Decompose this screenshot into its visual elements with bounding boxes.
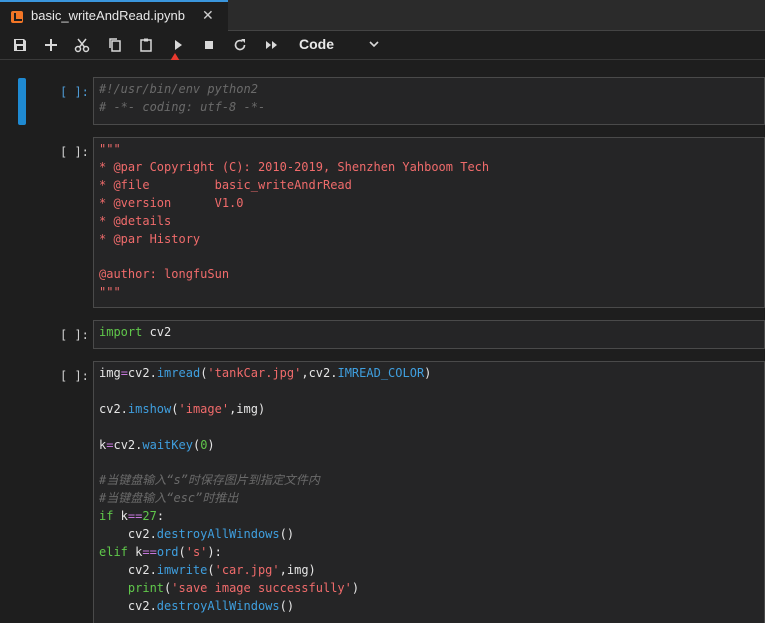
restart-icon[interactable]	[232, 37, 248, 53]
code-line: @author: longfuSun	[99, 267, 230, 282]
code-line: * @par History	[99, 231, 201, 246]
save-icon[interactable]	[12, 37, 28, 53]
code-line: if k==27:	[99, 509, 165, 524]
add-cell-icon[interactable]	[43, 37, 59, 53]
notebook-icon	[11, 11, 23, 23]
run-icon[interactable]	[170, 37, 186, 53]
active-cell-indicator	[18, 78, 26, 125]
cell-prompt: [ ]:	[60, 369, 89, 383]
code-line: import cv2	[99, 325, 172, 339]
code-line: cv2.destroyAllWindows()	[99, 598, 295, 613]
cell-type-select[interactable]: Code	[299, 36, 334, 52]
notebook-tab[interactable]: basic_writeAndRead.ipynb ✕	[0, 0, 228, 31]
code-cell[interactable]: img=cv2.imread('tankCar.jpg',cv2.IMREAD_…	[93, 361, 765, 623]
code-line: cv2.destroyAllWindows()	[99, 527, 295, 542]
code-line: cv2.imshow('image',img)	[99, 401, 266, 416]
code-block: img=cv2.imread('tankCar.jpg',cv2.IMREAD_…	[94, 362, 764, 616]
code-line: img=cv2.imread('tankCar.jpg',cv2.IMREAD_…	[99, 366, 432, 380]
code-line: # -*- coding: utf-8 -*-	[99, 99, 266, 114]
code-line: * @par Copyright (C): 2010-2019, Shenzhe…	[99, 159, 490, 174]
code-line: cv2.imwrite('car.jpg',img)	[99, 562, 316, 577]
cell-prompt: [ ]:	[60, 145, 89, 159]
code-line: """	[99, 142, 121, 156]
code-line: * @details	[99, 213, 172, 228]
code-line: #当键盘输入“esc”时推出	[99, 491, 239, 506]
paste-icon[interactable]	[138, 37, 154, 53]
code-line: * @version V1.0	[99, 195, 244, 210]
code-cell[interactable]: #!/usr/bin/env python2 # -*- coding: utf…	[93, 77, 765, 125]
tab-bar: basic_writeAndRead.ipynb ✕	[0, 0, 765, 31]
code-line: print('save image successfully')	[127, 580, 360, 595]
tab-title: basic_writeAndRead.ipynb	[31, 8, 185, 23]
code-line: import cv2	[94, 321, 764, 342]
stop-icon[interactable]	[201, 37, 217, 53]
run-all-icon[interactable]	[264, 37, 280, 53]
copy-icon[interactable]	[107, 37, 123, 53]
notebook-toolbar	[0, 31, 765, 60]
cell-prompt: [ ]:	[60, 85, 89, 99]
chevron-down-icon[interactable]	[368, 38, 380, 50]
cell-prompt: [ ]:	[60, 328, 89, 342]
code-line: """	[99, 285, 121, 300]
code-line: k=cv2.waitKey(0)	[99, 437, 215, 452]
code-cell[interactable]: """ * @par Copyright (C): 2010-2019, She…	[93, 137, 765, 308]
code-line: #当键盘输入“s”时保存图片到指定文件内	[99, 473, 320, 488]
cut-icon[interactable]	[74, 37, 90, 53]
code-line: elif k==ord('s'):	[99, 545, 222, 560]
code-line: #!/usr/bin/env python2	[99, 82, 258, 96]
code-line: * @file basic_writeAndrRead	[99, 177, 352, 192]
close-icon[interactable]: ✕	[202, 8, 214, 24]
code-cell[interactable]: import cv2	[93, 320, 765, 349]
